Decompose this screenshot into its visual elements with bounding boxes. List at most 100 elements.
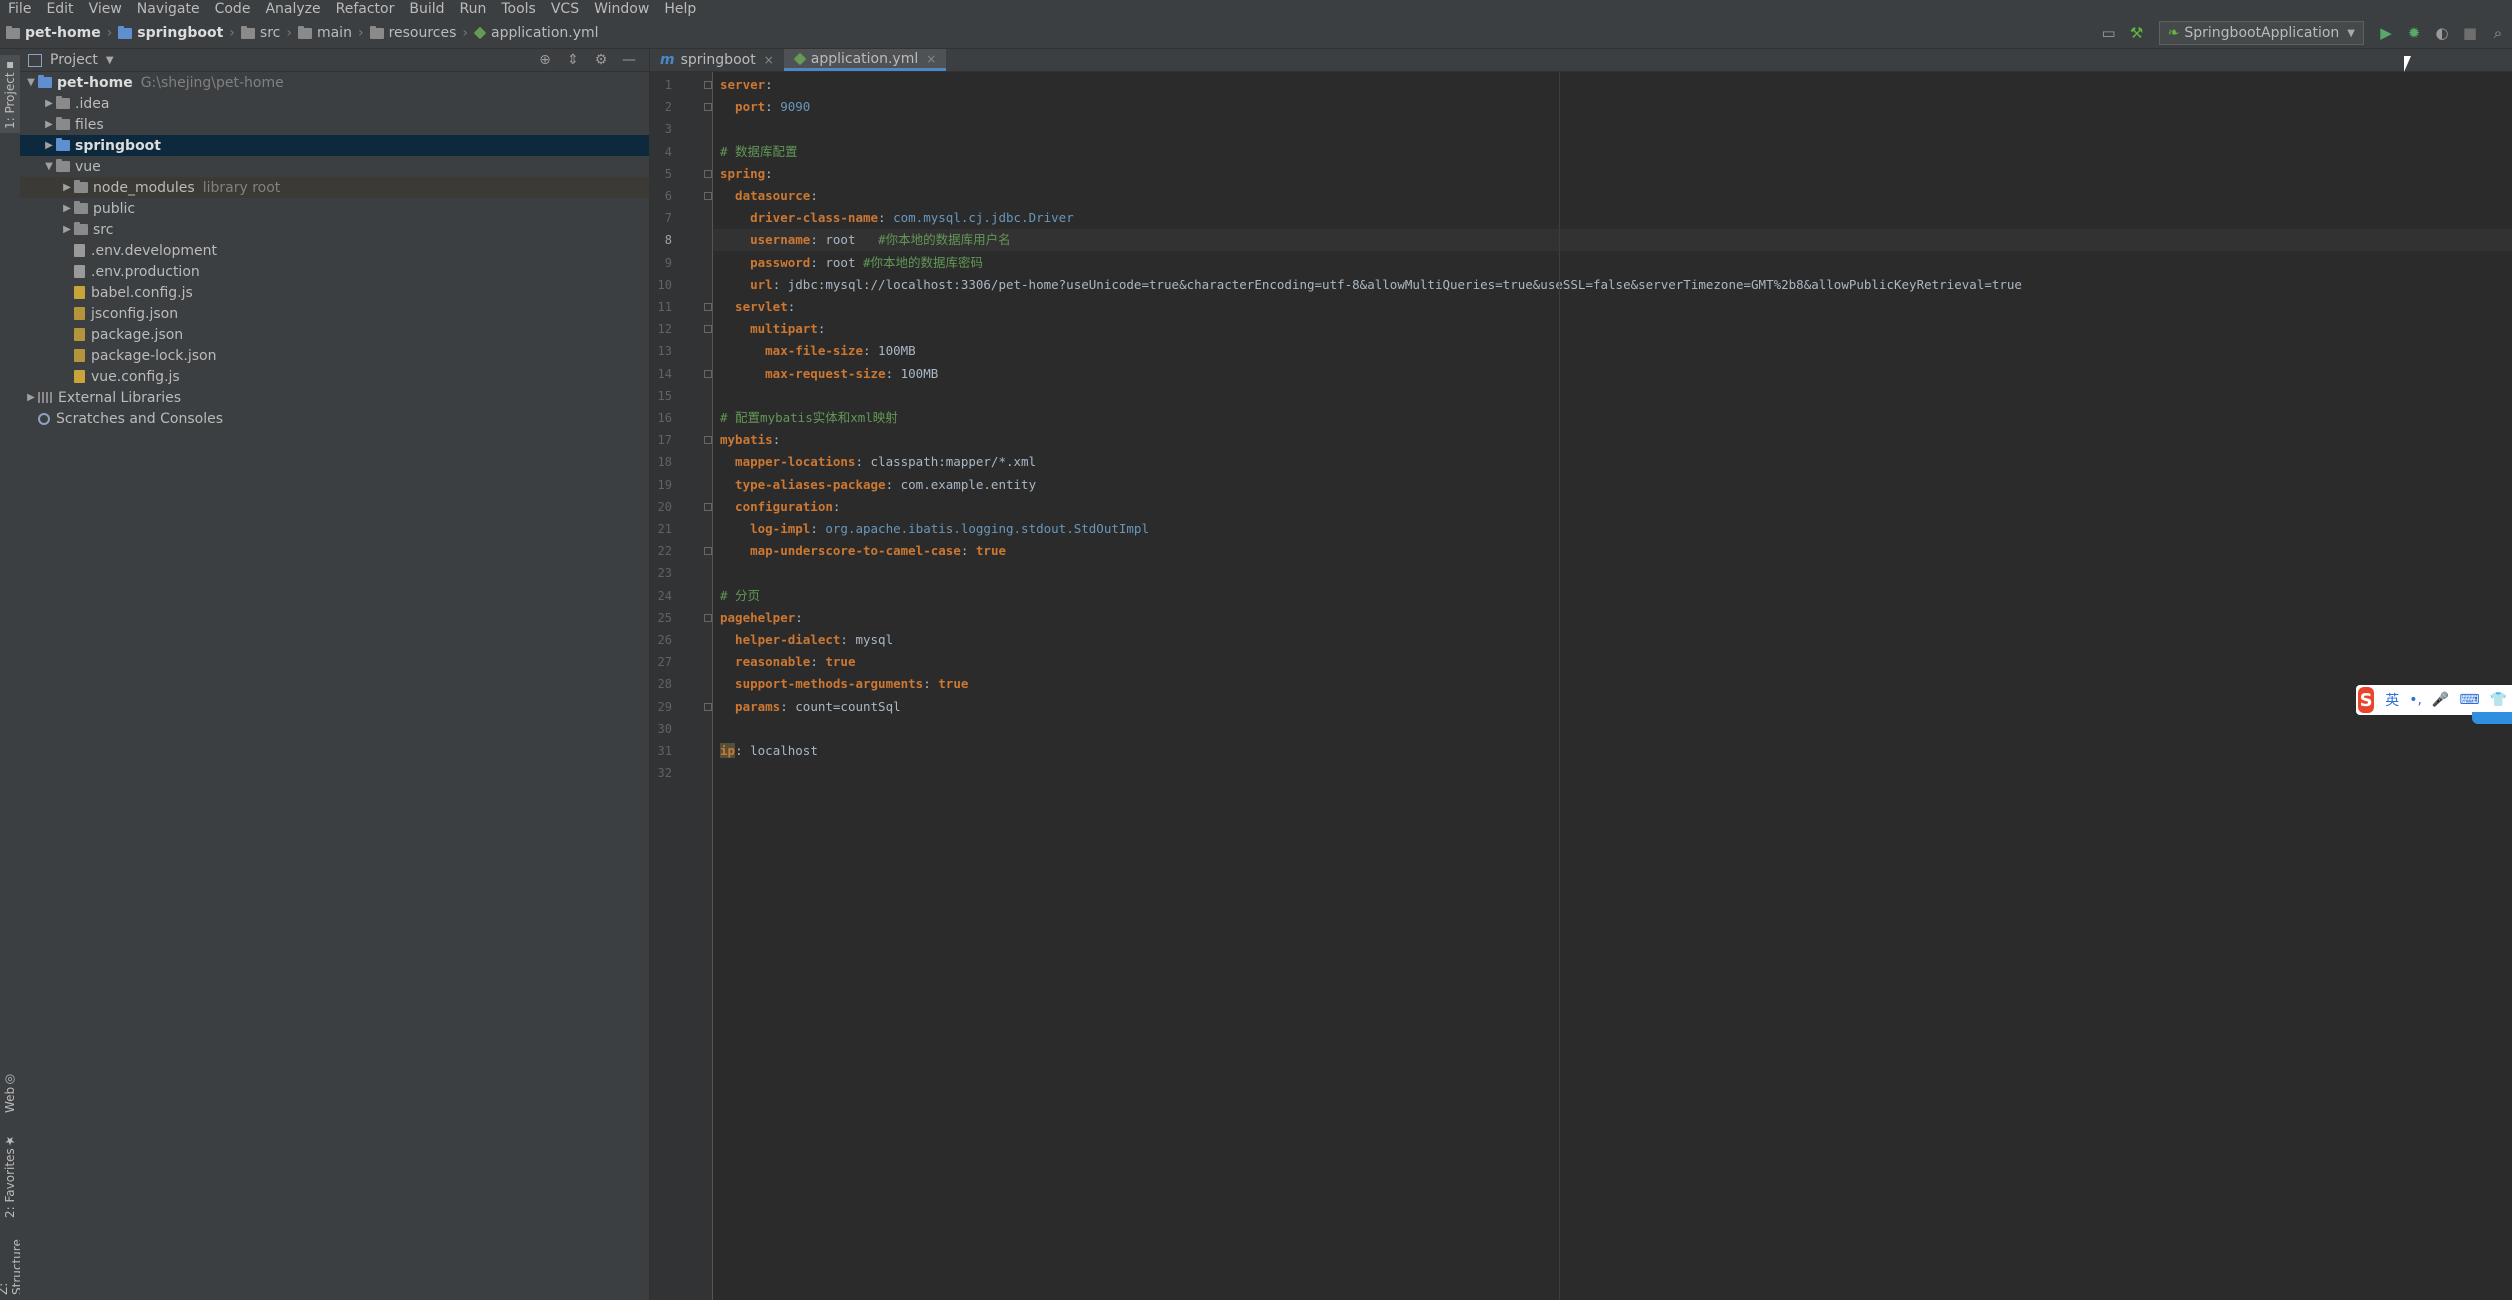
coverage-icon[interactable]: ◐ (2431, 22, 2453, 44)
menu-item-edit[interactable]: Edit (38, 1, 80, 17)
web-tool-tab[interactable]: Web ◎ (0, 1069, 20, 1117)
menu-item-run[interactable]: Run (452, 1, 494, 17)
chevron-right-icon[interactable]: ▶ (42, 98, 56, 109)
stop-icon[interactable]: ■ (2459, 22, 2481, 44)
structure-tool-tab[interactable]: Z: Structure (0, 1225, 24, 1295)
code-token: : (810, 654, 826, 670)
code-line: ip: localhost (713, 740, 2512, 762)
tree-item[interactable]: package.json (20, 324, 649, 345)
line-number: 5 (664, 166, 672, 181)
menu-item-code[interactable]: Code (207, 1, 258, 17)
run-icon[interactable]: ▶ (2375, 22, 2397, 44)
chevron-right-icon[interactable]: ▶ (42, 140, 56, 151)
module-folder-icon (56, 138, 70, 151)
tree-item[interactable]: ▶ External Libraries (20, 387, 649, 408)
project-panel-title[interactable]: Project (50, 52, 98, 68)
debug-icon[interactable]: ✹ (2403, 22, 2425, 44)
tab-application-yml[interactable]: application.yml × (783, 49, 947, 71)
breadcrumb-item[interactable]: src › (240, 25, 292, 41)
json-file-icon (74, 349, 85, 362)
locate-icon[interactable]: ⊕ (537, 49, 553, 71)
fold-marker-icon[interactable] (704, 502, 712, 511)
gear-icon[interactable]: ⚙ (593, 49, 609, 71)
collapse-all-icon[interactable]: ⇕ (565, 49, 581, 71)
build-hammer-icon[interactable]: ⚒ (2126, 22, 2148, 44)
tree-item[interactable]: vue.config.js (20, 366, 649, 387)
line-number: 3 (664, 122, 672, 137)
menu-item-tools[interactable]: Tools (493, 1, 543, 17)
breadcrumb-item[interactable]: main › (297, 25, 364, 41)
search-icon[interactable]: ⌕ (2487, 22, 2509, 44)
menu-item-vcs[interactable]: VCS (543, 1, 586, 17)
menu-item-window[interactable]: Window (586, 1, 656, 17)
tree-item-label: vue (75, 158, 101, 175)
fold-marker-icon[interactable] (704, 325, 712, 334)
fold-marker-icon[interactable] (704, 81, 712, 89)
fold-marker-icon[interactable] (704, 169, 712, 178)
project-tool-tab[interactable]: 1: Project ▪ (0, 55, 20, 133)
tree-item[interactable]: Scratches and Consoles (20, 408, 649, 429)
tree-item[interactable]: jsconfig.json (20, 303, 649, 324)
menu-item-navigate[interactable]: Navigate (129, 1, 207, 17)
fold-marker-icon[interactable] (704, 303, 712, 311)
tree-item[interactable]: ▶ node_modules library root (20, 177, 649, 198)
menu-item-file[interactable]: File (0, 1, 38, 17)
breadcrumb-item[interactable]: pet-home › (6, 25, 112, 41)
tree-item-hint: G:\shejing\pet-home (140, 74, 284, 91)
tree-item[interactable]: ▶ .idea (20, 93, 649, 114)
run-configuration-select[interactable]: ❧ SpringbootApplication ▼ (2158, 21, 2364, 45)
layout-icon[interactable]: ▭ (2098, 22, 2120, 44)
menu-item-view[interactable]: View (81, 1, 129, 17)
tree-item[interactable]: babel.config.js (20, 282, 649, 303)
code-token: pagehelper (720, 609, 796, 625)
tree-item-label: pet-home (57, 74, 133, 91)
ime-toolbar[interactable]: S 英 •, 🎤 ⌨ 👕 (2356, 685, 2512, 715)
tree-item[interactable]: ▶ src (20, 219, 649, 240)
breadcrumb-item[interactable]: resources › (369, 25, 468, 41)
tab-springboot[interactable]: m springboot × (650, 49, 784, 71)
tree-item[interactable]: package-lock.json (20, 345, 649, 366)
tree-item[interactable]: .env.production (20, 261, 649, 282)
tree-item[interactable]: ▶ springboot (20, 135, 649, 156)
fold-marker-icon[interactable] (704, 192, 712, 200)
fold-marker-icon[interactable] (704, 547, 712, 556)
ime-item[interactable]: •, (2409, 692, 2422, 708)
menu-item-help[interactable]: Help (656, 1, 703, 17)
chevron-right-icon[interactable]: ▶ (42, 119, 56, 130)
tree-item[interactable]: ▼ vue (20, 156, 649, 177)
tree-item[interactable]: ▶ public (20, 198, 649, 219)
ime-item[interactable]: 👕 (2490, 692, 2507, 708)
menu-item-analyze[interactable]: Analyze (257, 1, 327, 17)
chevron-right-icon[interactable]: ▶ (24, 392, 38, 403)
favorites-tool-tab[interactable]: 2: Favorites ★ (0, 1131, 20, 1221)
code-editor[interactable]: server: port: 9090 # 数据库配置 spring: datasou… (713, 72, 2512, 1300)
fold-marker-icon[interactable] (704, 436, 712, 445)
breadcrumb-item[interactable]: springboot › (118, 25, 235, 41)
close-icon[interactable]: × (926, 52, 936, 66)
chevron-right-icon[interactable]: ▶ (60, 182, 74, 193)
ime-item[interactable]: ⌨ (2459, 692, 2479, 708)
close-icon[interactable]: × (764, 53, 774, 67)
fold-marker-icon[interactable] (704, 702, 712, 711)
breadcrumb-item[interactable]: application.yml (473, 25, 599, 41)
chevron-right-icon[interactable]: ▶ (60, 224, 74, 235)
fold-marker-icon[interactable] (704, 103, 712, 112)
menu-item-build[interactable]: Build (401, 1, 451, 17)
minimize-icon[interactable]: — (621, 49, 637, 71)
chevron-down-icon[interactable]: ▼ (106, 55, 114, 66)
code-token: : localhost (735, 743, 818, 758)
ime-item[interactable]: 🎤 (2432, 692, 2449, 708)
tree-item[interactable]: .env.development (20, 240, 649, 261)
fold-marker-icon[interactable] (704, 613, 712, 622)
ime-item[interactable]: 英 (2385, 690, 2399, 710)
menu-item-refactor[interactable]: Refactor (328, 1, 402, 17)
chevron-right-icon[interactable]: ▶ (60, 203, 74, 214)
tree-item[interactable]: ▼ pet-home G:\shejing\pet-home (20, 72, 649, 93)
tree-item[interactable]: ▶ files (20, 114, 649, 135)
fold-marker-icon[interactable] (704, 369, 712, 378)
chevron-down-icon[interactable]: ▼ (24, 77, 38, 88)
chevron-down-icon[interactable]: ▼ (42, 161, 56, 172)
line-number: 21 (657, 522, 672, 536)
